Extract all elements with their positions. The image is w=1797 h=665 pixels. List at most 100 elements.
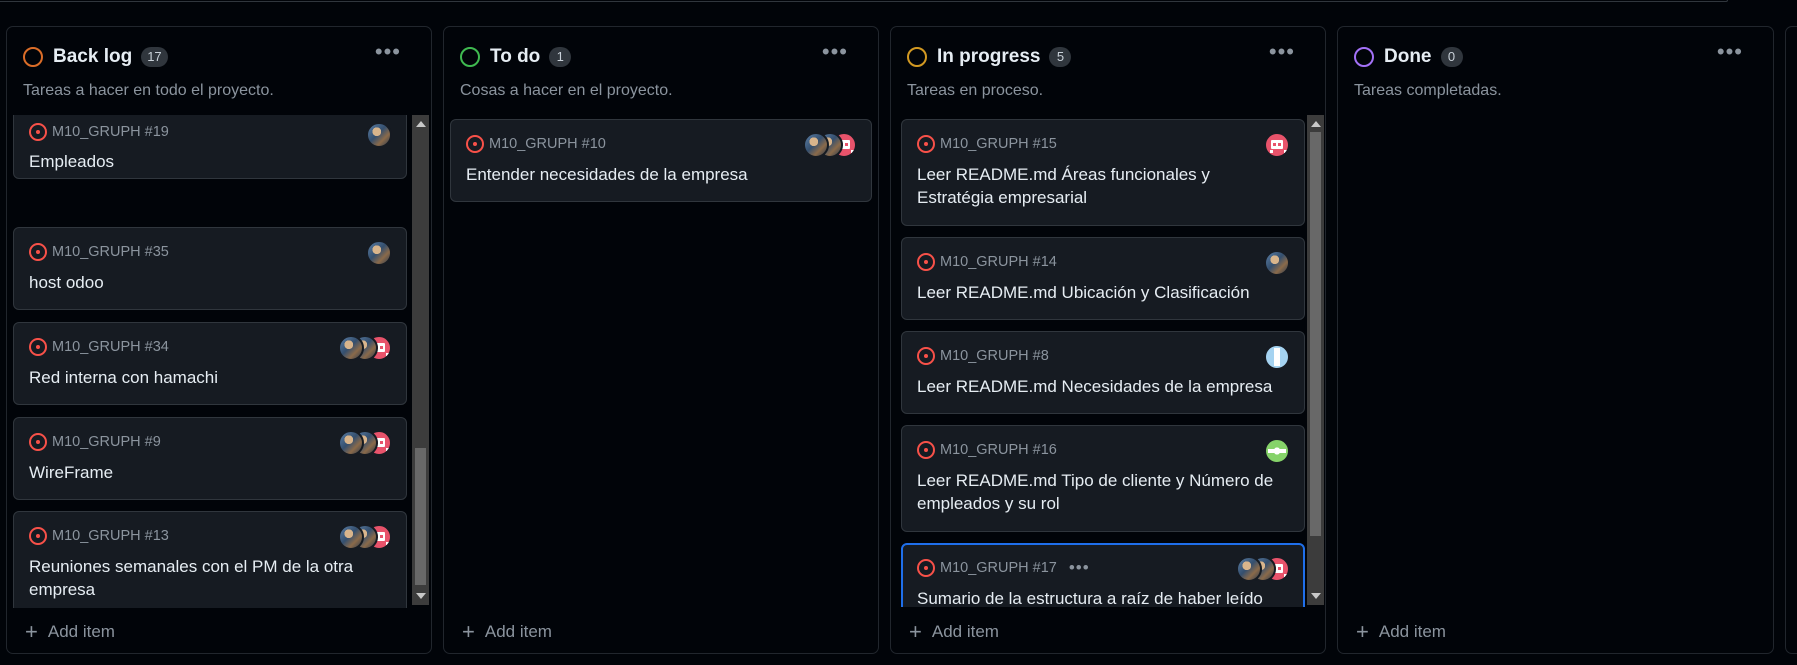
scroll-down-arrow-icon[interactable] [1311,593,1321,599]
status-circle-icon [907,47,927,67]
avatar[interactable] [366,122,392,148]
open-issue-icon [29,123,47,141]
avatar[interactable] [803,132,829,158]
issue-card[interactable]: M10_GRUPH #19 Empleados [13,115,407,179]
count-badge: 5 [1049,47,1072,67]
open-issue-icon [29,338,47,356]
column-scrollbar[interactable] [1307,115,1324,605]
open-issue-icon [917,559,935,577]
top-search-bar-edge [0,0,1728,2]
avatar[interactable] [1264,132,1290,158]
open-issue-icon [917,441,935,459]
plus-icon: + [25,619,38,644]
issue-reference[interactable]: M10_GRUPH #13 [52,528,169,544]
issue-reference[interactable]: M10_GRUPH #34 [52,339,169,355]
column-to-do: To do 1 ••• Cosas a hacer en el proyecto… [443,26,879,654]
scroll-thumb[interactable] [1310,132,1321,536]
card-title[interactable]: WireFrame [29,461,113,484]
add-item-button[interactable]: + Add item [462,621,552,643]
issue-reference[interactable]: M10_GRUPH #9 [52,434,161,450]
avatar[interactable] [1236,556,1262,582]
assignees [338,430,392,456]
assignees [338,335,392,361]
card-title[interactable]: Leer README.md Tipo de cliente y Número … [917,469,1292,515]
assignees [366,122,392,148]
cards-list: M10_GRUPH #15 Leer README.md Áreas funci… [901,119,1307,607]
issue-header: M10_GRUPH #8 [917,347,1049,365]
issue-header: M10_GRUPH #14 [917,253,1057,271]
card-title[interactable]: Sumario de la estructura a raíz de haber… [917,587,1263,607]
add-item-label: Add item [931,622,999,641]
column-menu-button[interactable]: ••• [822,41,848,63]
avatar[interactable] [1264,250,1290,276]
avatar[interactable] [366,240,392,266]
column-menu-button[interactable]: ••• [1269,41,1295,63]
card-title[interactable]: Reuniones semanales con el PM de la otra… [29,555,389,601]
issue-header: M10_GRUPH #17 ••• [917,559,1090,577]
cards-list: M10_GRUPH #10 Entender necesidades de la… [450,119,872,612]
issue-card[interactable]: M10_GRUPH #16 Leer README.md Tipo de cli… [901,425,1305,532]
avatar[interactable] [338,335,364,361]
issue-card[interactable]: M10_GRUPH #34 Red interna con hamachi [13,322,407,405]
issue-reference[interactable]: M10_GRUPH #10 [489,136,606,152]
issue-header: M10_GRUPH #10 [466,135,606,153]
count-badge: 17 [141,47,168,67]
card-title[interactable]: Red interna con hamachi [29,366,218,389]
issue-card[interactable]: M10_GRUPH #35 host odoo [13,227,407,310]
scroll-down-arrow-icon[interactable] [416,593,426,599]
column-header: In progress 5 [907,45,1072,69]
column-done: Done 0 ••• Tareas completadas. + Add ite… [1337,26,1774,654]
issue-reference[interactable]: M10_GRUPH #16 [940,442,1057,458]
issue-card[interactable]: M10_GRUPH #13 Reuniones semanales con el… [13,511,407,608]
assignees [1236,556,1290,582]
issue-header: M10_GRUPH #13 [29,527,169,545]
plus-icon: + [1356,619,1369,644]
column-description: Cosas a hacer en el proyecto. [460,82,673,99]
issue-card-selected[interactable]: M10_GRUPH #17 ••• Sumario de la estructu… [901,543,1305,607]
column-title: To do [490,46,541,67]
scroll-thumb[interactable] [415,448,426,585]
column-menu-button[interactable]: ••• [1717,41,1743,63]
avatar[interactable] [1264,438,1290,464]
column-in-progress: In progress 5 ••• Tareas en proceso. M10… [890,26,1326,654]
issue-card[interactable]: M10_GRUPH #8 Leer README.md Necesidades … [901,331,1305,414]
open-issue-icon [917,135,935,153]
avatar[interactable] [338,430,364,456]
card-title[interactable]: Leer README.md Áreas funcionales y Estra… [917,163,1287,209]
add-item-button[interactable]: + Add item [909,621,999,643]
assignees [366,240,392,266]
issue-reference[interactable]: M10_GRUPH #8 [940,348,1049,364]
issue-reference[interactable]: M10_GRUPH #19 [52,124,169,140]
issue-reference[interactable]: M10_GRUPH #15 [940,136,1057,152]
card-title[interactable]: Entender necesidades de la empresa [466,163,748,186]
issue-reference[interactable]: M10_GRUPH #17 [940,560,1057,576]
issue-card[interactable]: M10_GRUPH #15 Leer README.md Áreas funci… [901,119,1305,226]
column-menu-button[interactable]: ••• [375,41,401,63]
issue-reference[interactable]: M10_GRUPH #35 [52,244,169,260]
plus-icon: + [462,619,475,644]
issue-header: M10_GRUPH #16 [917,441,1057,459]
card-title[interactable]: Empleados [29,150,114,173]
column-header: Back log 17 [23,45,168,69]
issue-card[interactable]: M10_GRUPH #9 WireFrame [13,417,407,500]
card-title[interactable]: Leer README.md Ubicación y Clasificación [917,281,1250,304]
card-title[interactable]: Leer README.md Necesidades de la empresa [917,375,1272,398]
scroll-up-arrow-icon[interactable] [416,121,426,127]
column-scrollbar[interactable] [412,115,429,605]
open-issue-icon [29,433,47,451]
column-next-partial [1785,26,1797,654]
issue-reference[interactable]: M10_GRUPH #14 [940,254,1057,270]
add-item-button[interactable]: + Add item [1356,621,1446,643]
add-item-button[interactable]: + Add item [25,621,115,643]
column-description: Tareas a hacer en todo el proyecto. [23,82,274,99]
card-title[interactable]: host odoo [29,271,104,294]
open-issue-icon [917,347,935,365]
issue-card[interactable]: M10_GRUPH #10 Entender necesidades de la… [450,119,872,202]
scroll-up-arrow-icon[interactable] [1311,121,1321,127]
avatar[interactable] [338,524,364,550]
status-circle-icon [460,47,480,67]
avatar[interactable] [1264,344,1290,370]
card-menu-button[interactable]: ••• [1069,559,1090,576]
column-description: Tareas completadas. [1354,82,1502,99]
issue-card[interactable]: M10_GRUPH #14 Leer README.md Ubicación y… [901,237,1305,320]
